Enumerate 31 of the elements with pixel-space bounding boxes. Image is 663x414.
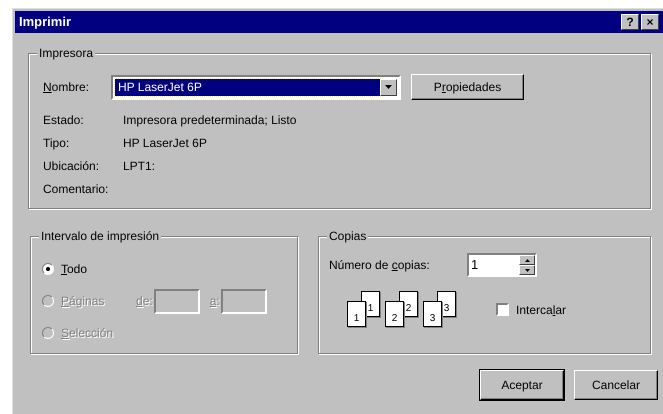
radio-option: Páginas [42,292,136,310]
spin-down-icon[interactable] [519,265,535,275]
field-label: Ubicación: [43,158,100,174]
group-legend: Intervalo de impresión [39,229,162,243]
close-button[interactable]: × [641,14,659,30]
help-button[interactable]: ? [621,14,639,30]
to-page-field[interactable] [220,288,267,314]
radio-option: Selección [42,324,114,342]
group-legend: Copias [327,229,368,243]
cancel-button[interactable]: Cancelar [574,370,658,400]
field-value: LPT1: [123,158,156,174]
field-label: Estado: [43,112,85,128]
collate-checkbox[interactable]: Intercalar [496,300,566,318]
printer-dropdown[interactable]: HP LaserJet 6P [111,74,401,100]
field-label: Número de copias: [329,257,431,274]
properties-button[interactable]: Propiedades [411,74,524,100]
ok-button[interactable]: Aceptar [480,370,564,400]
group-legend: Impresora [37,46,96,60]
field-value: Impresora predeterminada; Listo [123,112,296,128]
field-label: de: [136,293,153,310]
radio-option[interactable]: Todo [42,260,88,278]
field-label: Nombre: [43,79,90,96]
copies-spinner[interactable]: 1 [467,253,537,277]
field-label: a: [210,293,220,310]
field-label: Tipo: [43,134,70,152]
dropdown-arrow-icon [385,85,392,89]
window-title: Imprimir [19,13,72,32]
from-page-field[interactable] [154,288,200,314]
field-label: Comentario: [43,180,110,198]
spin-up-icon[interactable] [519,255,535,265]
field-value: HP LaserJet 6P [123,134,207,152]
